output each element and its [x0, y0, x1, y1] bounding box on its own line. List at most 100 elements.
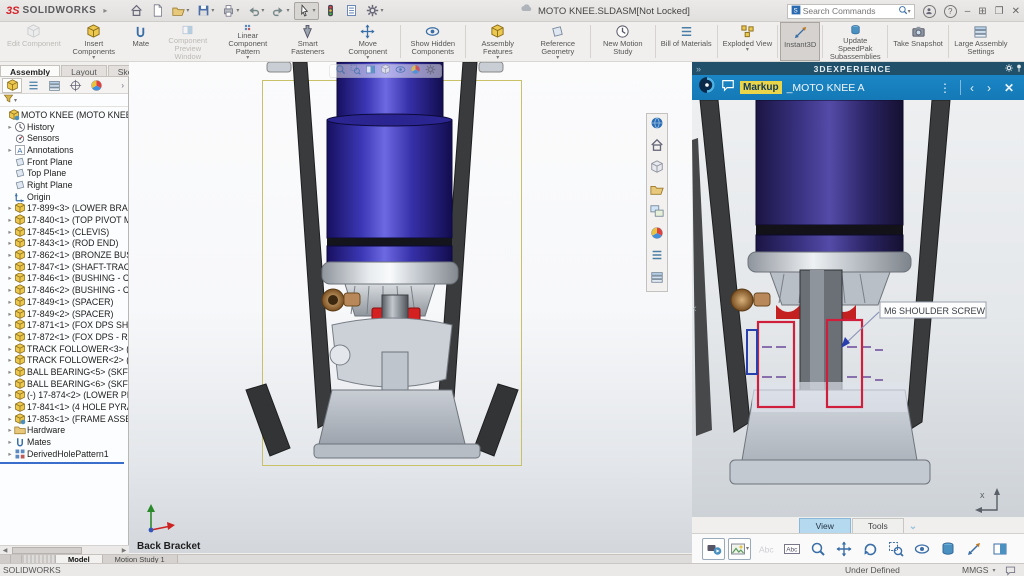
home-icon[interactable]	[127, 2, 146, 20]
top-pivot-left[interactable]	[267, 62, 291, 72]
mate-button[interactable]: Mate	[124, 22, 158, 61]
tree-item-origin[interactable]: Origin	[0, 191, 128, 203]
markup-graphics-area[interactable]: M6 SHOULDER SCREW x	[692, 100, 1024, 517]
model-tab-motion-study-1[interactable]: Motion Study 1	[103, 555, 178, 563]
tree-item-top-plane[interactable]: Top Plane	[0, 167, 128, 179]
select-icon[interactable]: ▾	[294, 2, 319, 20]
markup-rect-blue[interactable]	[747, 330, 757, 374]
displaymanager-tab-icon[interactable]	[86, 78, 106, 93]
tree-item-ball-bearing-5-skf-bearing-6[interactable]: ▸BALL BEARING<5> (SKF BEARING #6	[0, 366, 128, 378]
tree-item-17-849-1-spacer-[interactable]: ▸17-849<1> (SPACER)	[0, 296, 128, 308]
panel-collapse-handle[interactable]: ‹	[693, 303, 697, 315]
frame-lower-right[interactable]	[474, 384, 518, 456]
tree-item-17-871-1-fox-dps-shock-cylide[interactable]: ▸17-871<1> (FOX DPS SHOCK CYLIDE	[0, 319, 128, 331]
shock-flange[interactable]	[748, 252, 911, 272]
redo-icon[interactable]: ▾	[269, 2, 292, 20]
smart-fasteners-button[interactable]: Smart Fasteners	[278, 22, 338, 61]
scroll-left-icon[interactable]: ◀	[0, 547, 10, 554]
tree-item-annotations[interactable]: ▸AAnnotations	[0, 144, 128, 156]
tree-item-17-841-1-4-hole-pyramid-[interactable]: ▸17-841<1> (4 HOLE PYRAMID)	[0, 401, 128, 413]
markup-tab-tools[interactable]: Tools	[852, 518, 904, 533]
hide-show-icon[interactable]	[395, 62, 406, 80]
bracket-base-plate[interactable]	[730, 460, 930, 484]
user-account-icon[interactable]	[923, 5, 936, 18]
take-snapshot-button[interactable]: Take Snapshot	[890, 22, 946, 61]
tree-item--17-874-2-lower-pin-[interactable]: ▸(-) 17-874<2> (LOWER PIN)	[0, 390, 128, 402]
frame-lower-left[interactable]	[246, 384, 290, 456]
panel-overflow-icon[interactable]: »	[692, 64, 701, 74]
design-library-icon[interactable]	[650, 160, 664, 179]
shock-lower-band[interactable]	[327, 246, 452, 262]
tree-item-moto-knee-moto-knee-[interactable]: MOTO KNEE (MOTO KNEE)	[0, 109, 128, 121]
update-speedpak-subassemblies-button[interactable]: Update SpeedPak Subassemblies	[825, 22, 885, 61]
instant3d-button[interactable]: Instant3D	[780, 22, 820, 61]
view-orientation-icon[interactable]	[380, 62, 391, 80]
assembly-features-button[interactable]: Assembly Features▾	[468, 22, 528, 61]
zoom-area-icon[interactable]	[884, 538, 907, 560]
zoom-icon[interactable]	[806, 538, 829, 560]
highlighted-fillet-left[interactable]	[776, 305, 800, 319]
bracket-base-plate[interactable]	[314, 444, 480, 458]
move-component-button[interactable]: Move Component▾	[338, 22, 398, 61]
tree-item-17-846-1-bushing-clevis-13-id[interactable]: ▸17-846<1> (BUSHING - CLEVIS 13 ID	[0, 273, 128, 285]
units-label[interactable]: MMGS	[962, 565, 988, 575]
custom-properties-icon[interactable]	[650, 248, 664, 267]
propertymanager-tab-icon[interactable]	[23, 78, 43, 93]
tree-item-17-899-3-lower-bracket-[interactable]: ▸17-899<3> (LOWER BRACKET)	[0, 203, 128, 215]
tree-item-17-862-1-bronze-bushing-10-ii[interactable]: ▸17-862<1> (BRONZE BUSHING - 10 II	[0, 249, 128, 261]
tree-horizontal-scrollbar[interactable]: ◀ ▶	[0, 545, 129, 554]
shock-cylinder[interactable]	[327, 120, 452, 238]
tree-item-track-follower-3-yoke-type-f[interactable]: ▸TRACK FOLLOWER<3> (YOKE TYPE F	[0, 343, 128, 355]
tree-item-17-849-2-spacer-[interactable]: ▸17-849<2> (SPACER)	[0, 308, 128, 320]
model-tab-model[interactable]: Model	[56, 555, 103, 563]
insert-components-button[interactable]: Insert Components▾	[64, 22, 124, 61]
options-icon[interactable]: ▾	[363, 2, 386, 20]
markup-model-view[interactable]: M6 SHOULDER SCREW x	[692, 100, 1024, 517]
new-document-icon[interactable]	[148, 2, 167, 20]
show-hidden-components-button[interactable]: Show Hidden Components	[403, 22, 463, 61]
tree-item-17-840-1-top-pivot-mount-[interactable]: ▸17-840<1> (TOP PIVOT MOUNT)	[0, 214, 128, 226]
pan-icon[interactable]	[832, 538, 855, 560]
tree-item-17-843-1-rod-end-[interactable]: ▸17-843<1> (ROD END)	[0, 238, 128, 250]
restore-button[interactable]: ❐	[995, 6, 1004, 17]
large-assembly-settings-button[interactable]: Large Assembly Settings	[951, 22, 1011, 61]
close-panel-icon[interactable]: ✕	[1000, 81, 1018, 95]
tree-item-history[interactable]: ▸History	[0, 121, 128, 133]
tab-scroll-right[interactable]	[11, 555, 22, 563]
configurationmanager-tab-icon[interactable]	[44, 78, 64, 93]
zoom-area-icon[interactable]	[350, 62, 361, 80]
scroll-right-icon[interactable]: ▶	[119, 547, 129, 554]
filter-caret-icon[interactable]: ▾	[14, 97, 17, 104]
tree-item-front-plane[interactable]: Front Plane	[0, 156, 128, 168]
model-view[interactable]	[129, 62, 692, 553]
minimize-button[interactable]: –	[965, 6, 971, 17]
resources-icon[interactable]	[650, 138, 664, 157]
search-input[interactable]	[801, 5, 898, 17]
tree-item-derivedholepattern1[interactable]: ▸DerivedHolePattern1	[0, 448, 128, 460]
new-motion-study-button[interactable]: New Motion Study	[593, 22, 653, 61]
dimxpert-tab-icon[interactable]	[65, 78, 85, 93]
tree-item-mates[interactable]: ▸Mates	[0, 436, 128, 448]
model-data-icon[interactable]	[936, 538, 959, 560]
markup-tab-view[interactable]: View	[799, 518, 851, 533]
measure-icon[interactable]	[962, 538, 985, 560]
markup-tabs-collapse-icon[interactable]: ⌄	[909, 521, 917, 533]
bronze-fitting[interactable]	[344, 293, 360, 306]
annotation-label[interactable]: M6 SHOULDER SCREW	[880, 302, 986, 318]
save-icon[interactable]: ▾	[194, 2, 217, 20]
tree-item-17-846-2-bushing-clevis-13-id[interactable]: ▸17-846<2> (BUSHING - CLEVIS 13 ID	[0, 284, 128, 296]
3dexperience-icon[interactable]	[650, 116, 664, 135]
tree-item-17-872-1-fox-dps-rod-[interactable]: ▸17-872<1> (FOX DPS - ROD)	[0, 331, 128, 343]
quick-tip-icon[interactable]	[1005, 565, 1016, 576]
shock-cylinder[interactable]	[756, 100, 903, 225]
compass-icon[interactable]	[698, 76, 716, 99]
prev-markup-icon[interactable]: ‹	[966, 81, 978, 95]
orbit-view-icon[interactable]	[910, 538, 933, 560]
tree-rollback-bar[interactable]	[0, 462, 124, 464]
markup-mode-chip[interactable]: Markup	[740, 81, 782, 94]
logo-caret-icon[interactable]: ▸	[103, 6, 107, 15]
bronze-bushing[interactable]	[731, 289, 753, 311]
tree-item-track-follower-2-yoke-type-f[interactable]: ▸TRACK FOLLOWER<2> (YOKE TYPE F	[0, 354, 128, 366]
rotate-icon[interactable]	[858, 538, 881, 560]
file-explorer-icon[interactable]	[650, 182, 664, 201]
